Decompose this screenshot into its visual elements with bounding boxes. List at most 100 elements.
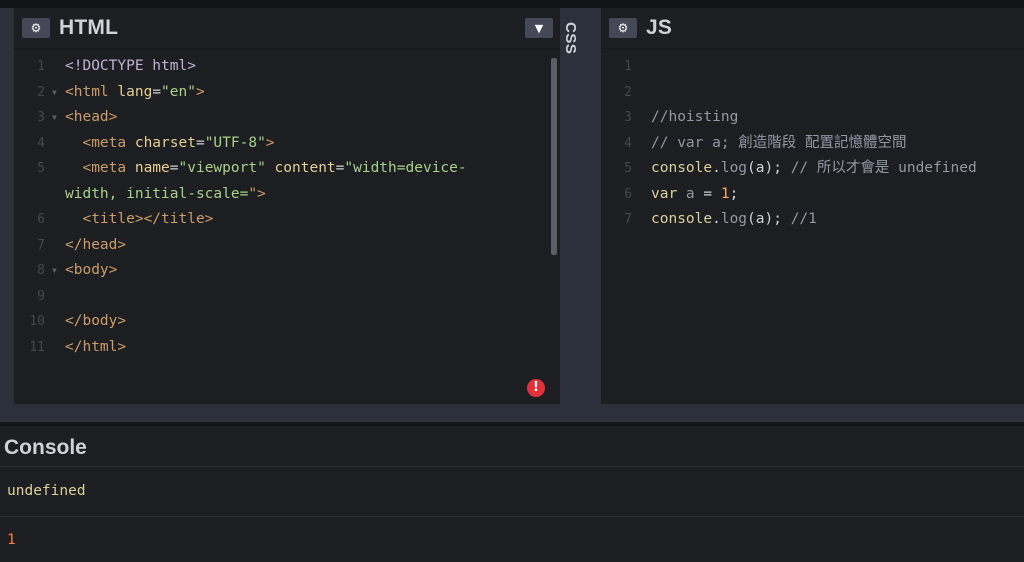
js-panel-resize-bar[interactable] bbox=[583, 8, 601, 404]
code-line[interactable]: 2 ▼ <html lang="en"> bbox=[14, 80, 551, 105]
divider bbox=[0, 516, 1024, 517]
code-line[interactable]: width, initial-scale="> bbox=[14, 182, 551, 207]
code-token: "en" bbox=[161, 83, 196, 100]
code-line[interactable]: 3 //hoisting bbox=[601, 105, 1024, 130]
code-line[interactable]: 7 console.log(a); //1 bbox=[601, 207, 1024, 232]
code-token: width, initial-scale= bbox=[65, 185, 249, 202]
code-text: // var a; 創造階段 配置記憶體空間 bbox=[651, 131, 907, 156]
code-line[interactable]: 10 </body> bbox=[14, 309, 551, 334]
code-text: <html lang="en"> bbox=[65, 80, 205, 105]
code-token: = bbox=[703, 185, 721, 202]
code-line[interactable]: 5 console.log(a); // 所以才會是 undefined bbox=[601, 156, 1024, 181]
code-text: <!DOCTYPE html> bbox=[65, 54, 196, 79]
line-number: 6 bbox=[624, 186, 632, 202]
code-line[interactable]: 5 <meta name="viewport" content="width=d… bbox=[14, 156, 551, 181]
code-token: log bbox=[720, 211, 748, 227]
code-line[interactable]: 6 <title></title> bbox=[14, 207, 551, 232]
code-token: <meta bbox=[65, 134, 135, 151]
code-text: <meta name="viewport" content="width=dev… bbox=[65, 156, 466, 181]
code-text: var a = 1; bbox=[651, 182, 738, 207]
line-number: 10 bbox=[29, 314, 45, 329]
code-text: </head> bbox=[65, 233, 126, 258]
code-token: lang bbox=[117, 83, 153, 100]
error-glyph: ! bbox=[533, 380, 539, 395]
code-text: width, initial-scale="> bbox=[65, 182, 266, 207]
js-panel-title: JS bbox=[646, 16, 673, 39]
code-token: </html> bbox=[65, 338, 127, 355]
code-token: "> bbox=[248, 185, 266, 202]
html-editor-panel: ⚙ HTML ▼ 1 <!DOCTYPE html> 2 ▼ <html lang="e… bbox=[0, 8, 560, 404]
code-token: name bbox=[134, 160, 170, 176]
line-number: 3 bbox=[624, 110, 632, 125]
code-line[interactable]: 11 </html> bbox=[14, 335, 551, 360]
line-number: 4 bbox=[624, 135, 632, 151]
js-code-editor[interactable]: 1 2 3 //hoisting 4 // var a; 創造階段 配置記憶體空間 5 con… bbox=[601, 54, 1024, 394]
code-text: </html> bbox=[65, 335, 126, 360]
code-token: 1 bbox=[720, 185, 730, 202]
code-token: "viewport" bbox=[178, 160, 266, 176]
code-text: </body> bbox=[65, 309, 126, 334]
code-token: content bbox=[265, 160, 336, 176]
code-token: </head> bbox=[65, 236, 127, 253]
error-icon[interactable]: ! bbox=[527, 379, 545, 397]
code-token: = bbox=[169, 160, 179, 176]
css-panel-title[interactable]: CSS bbox=[562, 22, 579, 54]
line-number: 5 bbox=[37, 161, 45, 176]
console-output-line: undefined bbox=[7, 483, 86, 499]
line-number: 1 bbox=[624, 59, 632, 74]
code-token: console bbox=[651, 211, 713, 227]
code-token: <meta bbox=[65, 160, 135, 176]
html-editor-scrollbar[interactable] bbox=[551, 58, 557, 255]
code-token: console bbox=[651, 160, 713, 176]
line-number: 7 bbox=[624, 212, 632, 227]
line-number: 11 bbox=[29, 339, 45, 355]
code-token: <title></title> bbox=[65, 211, 214, 227]
code-token: //1 bbox=[790, 211, 817, 227]
code-line[interactable]: 2 bbox=[601, 80, 1024, 105]
line-number: 6 bbox=[37, 212, 45, 227]
js-settings-button[interactable]: ⚙ bbox=[609, 18, 637, 38]
code-token: = bbox=[152, 83, 162, 100]
line-number: 2 bbox=[624, 84, 632, 100]
code-token: <!DOCTYPE html> bbox=[65, 58, 196, 74]
code-line[interactable]: 7 </head> bbox=[14, 233, 551, 258]
code-line[interactable]: 9 bbox=[14, 284, 551, 309]
fold-arrow-icon[interactable]: ▼ bbox=[52, 80, 57, 105]
fold-arrow-icon[interactable]: ▼ bbox=[52, 105, 57, 130]
html-code-editor[interactable]: 1 <!DOCTYPE html> 2 ▼ <html lang="en"> 3 ▼ <hea… bbox=[14, 54, 551, 394]
code-line[interactable]: 1 bbox=[601, 54, 1024, 79]
code-token: <html bbox=[65, 83, 118, 100]
code-token: var bbox=[651, 185, 678, 202]
code-token: // 所以才會是 undefined bbox=[790, 160, 977, 176]
html-panel-resize-bar[interactable] bbox=[0, 8, 14, 404]
console-resize-bar[interactable] bbox=[0, 404, 1024, 424]
code-line[interactable]: 4 <meta charset="UTF-8"> bbox=[14, 131, 551, 156]
code-token: (a); bbox=[747, 211, 791, 227]
line-number: 2 bbox=[37, 84, 45, 100]
fold-arrow-icon[interactable]: ▼ bbox=[52, 258, 57, 283]
code-token: . bbox=[712, 211, 721, 227]
code-line[interactable]: 1 <!DOCTYPE html> bbox=[14, 54, 551, 79]
code-line[interactable]: 3 ▼ <head> bbox=[14, 105, 551, 130]
chevron-down-icon: ▼ bbox=[534, 21, 544, 35]
code-line[interactable]: 8 ▼ <body> bbox=[14, 258, 551, 283]
gear-icon: ⚙ bbox=[617, 21, 629, 35]
code-token: <body> bbox=[65, 262, 118, 278]
code-token: > bbox=[265, 134, 275, 151]
code-token: // var a; 創造階段 配置記憶體空間 bbox=[651, 134, 907, 151]
code-line[interactable]: 6 var a = 1; bbox=[601, 182, 1024, 207]
code-token: (a); bbox=[747, 160, 791, 176]
css-editor-collapsed[interactable]: CSS bbox=[560, 8, 583, 404]
code-line[interactable]: 4 // var a; 創造階段 配置記憶體空間 bbox=[601, 131, 1024, 156]
html-options-dropdown-button[interactable]: ▼ bbox=[525, 18, 553, 38]
top-strip bbox=[0, 0, 1024, 8]
js-panel-header: ⚙ JS bbox=[609, 16, 672, 40]
console-output-line: 1 bbox=[7, 532, 16, 548]
html-settings-button[interactable]: ⚙ bbox=[22, 18, 50, 38]
line-number: 9 bbox=[37, 288, 45, 304]
line-number: 4 bbox=[37, 135, 45, 151]
console-title: Console bbox=[4, 436, 87, 459]
html-panel-header: ⚙ HTML bbox=[22, 16, 118, 40]
js-editor-panel: ⚙ JS 1 2 3 //hoisting 4 // var a; 創造階段 配置記憶體空… bbox=[601, 8, 1024, 404]
code-text: //hoisting bbox=[651, 105, 738, 130]
